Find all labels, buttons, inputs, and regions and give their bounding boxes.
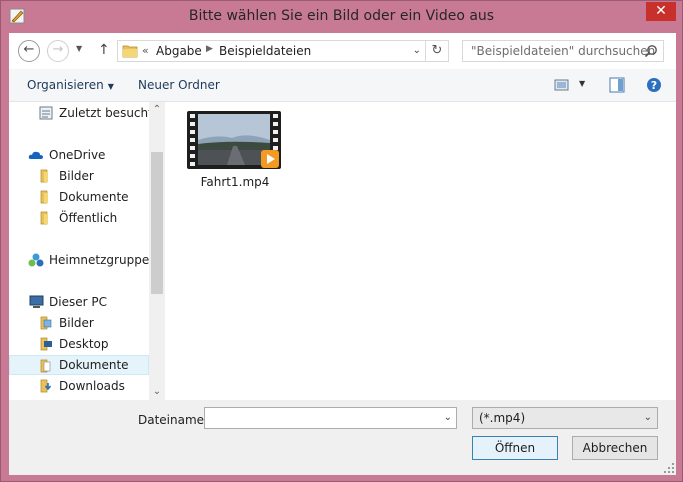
filename-combobox[interactable]: ⌄: [204, 407, 457, 429]
forward-button[interactable]: →: [47, 40, 69, 62]
navigation-pane-scrollbar[interactable]: ⌃ ⌄: [149, 102, 165, 400]
file-type-filter-select[interactable]: (*.mp4) ⌄: [472, 407, 658, 429]
sidebar-item-label: Heimnetzgruppe: [49, 253, 150, 267]
video-file-icon: [187, 111, 281, 169]
sidebar-item-label: Dieser PC: [49, 295, 107, 309]
computer-icon: [29, 295, 44, 308]
view-options-dropdown[interactable]: ▼: [579, 79, 585, 88]
file-type-filter-value: (*.mp4): [479, 411, 526, 425]
sidebar-item-label: Downloads: [59, 379, 125, 393]
chevron-down-icon[interactable]: ⌄: [444, 412, 452, 423]
breadcrumb-separator-icon[interactable]: ▶: [206, 44, 213, 54]
arrow-up-icon: ↑: [98, 42, 110, 58]
scrollbar-thumb[interactable]: [151, 152, 163, 294]
folder-icon: [40, 169, 48, 183]
organize-label: Organisieren: [27, 78, 104, 92]
file-item[interactable]: Fahrt1.mp4: [187, 110, 283, 190]
refresh-icon: ↻: [431, 43, 443, 58]
help-icon[interactable]: ?: [646, 77, 662, 93]
back-button[interactable]: ←: [18, 40, 40, 62]
desktop-folder-icon: [40, 337, 52, 351]
sidebar-item-homegroup[interactable]: Heimnetzgruppe: [9, 250, 149, 270]
sidebar-item-label: Dokumente: [59, 358, 129, 372]
sidebar-item-label: OneDrive: [49, 148, 106, 162]
sidebar-item-label: Desktop: [59, 337, 109, 351]
folder-icon: [40, 211, 48, 225]
new-folder-button[interactable]: Neuer Ordner: [138, 78, 220, 92]
sidebar-item-this-pc[interactable]: Dieser PC: [9, 292, 149, 312]
cancel-button[interactable]: Abbrechen: [572, 436, 658, 460]
breadcrumb-item[interactable]: Beispieldateien: [219, 44, 311, 58]
sidebar-item-bilder[interactable]: Bilder: [9, 166, 149, 186]
scroll-down-icon[interactable]: ⌄: [149, 384, 165, 400]
dialog-client-area: ← → ▼ ↑ « Abgabe ▶ Beispieldateien ⌄ ↻ "…: [9, 33, 676, 475]
folder-icon: [40, 190, 48, 204]
file-name: Fahrt1.mp4: [200, 175, 270, 189]
sidebar-item-downloads[interactable]: Downloads: [9, 376, 149, 396]
address-bar[interactable]: « Abgabe ▶ Beispieldateien ⌄ ↻: [117, 40, 449, 62]
pictures-library-icon: [40, 316, 52, 330]
filename-label: Dateiname:: [138, 413, 209, 427]
onedrive-cloud-icon: [28, 151, 43, 159]
navigation-bar: ← → ▼ ↑ « Abgabe ▶ Beispieldateien ⌄ ↻ "…: [9, 33, 676, 69]
sidebar-item-oeffentlich[interactable]: Öffentlich: [9, 208, 149, 228]
sidebar-item-desktop[interactable]: Desktop: [9, 334, 149, 354]
search-box[interactable]: "Beispieldateien" durchsuchen: [462, 40, 664, 62]
preview-pane-icon[interactable]: [609, 77, 625, 93]
chevron-down-icon[interactable]: ⌄: [644, 412, 652, 423]
refresh-button[interactable]: ↻: [425, 41, 448, 61]
sidebar-item-label: Zuletzt besucht: [59, 106, 153, 120]
sidebar-item-recent-places[interactable]: Zuletzt besucht: [9, 103, 153, 123]
arrow-right-icon: →: [52, 42, 64, 57]
recent-locations-dropdown[interactable]: ▼: [76, 44, 82, 53]
search-placeholder: "Beispieldateien" durchsuchen: [471, 44, 656, 58]
sidebar-item-pictures[interactable]: Bilder: [9, 313, 149, 333]
sidebar-item-label: Bilder: [59, 316, 94, 330]
window-title: Bitte wählen Sie ein Bild oder ein Video…: [188, 8, 495, 24]
resize-grip-icon[interactable]: [664, 463, 674, 473]
file-open-dialog: Bitte wählen Sie ein Bild oder ein Video…: [0, 0, 683, 482]
up-button[interactable]: ↑: [98, 42, 110, 58]
chevron-down-icon: ▼: [107, 82, 114, 91]
search-icon[interactable]: [644, 44, 658, 58]
organize-menu-button[interactable]: Organisieren ▼: [27, 78, 114, 92]
sidebar-item-dokumente[interactable]: Dokumente: [9, 187, 149, 207]
homegroup-icon: [28, 253, 44, 267]
navigation-pane[interactable]: Zuletzt besucht OneDrive Bilder Dokument…: [9, 102, 165, 400]
sidebar-item-documents-selected[interactable]: Dokumente: [9, 355, 149, 375]
recent-places-icon: [39, 106, 53, 120]
downloads-folder-icon: [40, 379, 52, 393]
title-bar[interactable]: Bitte wählen Sie ein Bild oder ein Video…: [1, 1, 682, 33]
sidebar-item-onedrive[interactable]: OneDrive: [9, 145, 149, 165]
scroll-up-icon[interactable]: ⌃: [149, 102, 165, 118]
close-button[interactable]: ✕: [646, 2, 676, 21]
sidebar-item-label: Öffentlich: [59, 211, 118, 225]
svg-text:?: ?: [651, 79, 657, 92]
chevron-down-icon[interactable]: ⌄: [413, 45, 421, 56]
dialog-footer: Dateiname: ⌄ (*.mp4) ⌄ Öffnen Abbrechen: [9, 400, 676, 475]
change-view-icon[interactable]: [554, 77, 570, 93]
open-button[interactable]: Öffnen: [472, 436, 558, 460]
breadcrumb-item[interactable]: Abgabe: [156, 44, 202, 58]
sidebar-item-label: Dokumente: [59, 190, 129, 204]
command-bar: Organisieren ▼ Neuer Ordner ▼ ?: [9, 69, 676, 102]
folder-icon: [122, 45, 138, 58]
sidebar-item-label: Bilder: [59, 169, 94, 183]
documents-library-icon: [40, 359, 51, 373]
breadcrumb-overflow[interactable]: «: [142, 44, 149, 57]
arrow-left-icon: ←: [23, 42, 35, 57]
file-list[interactable]: Fahrt1.mp4: [166, 102, 676, 400]
